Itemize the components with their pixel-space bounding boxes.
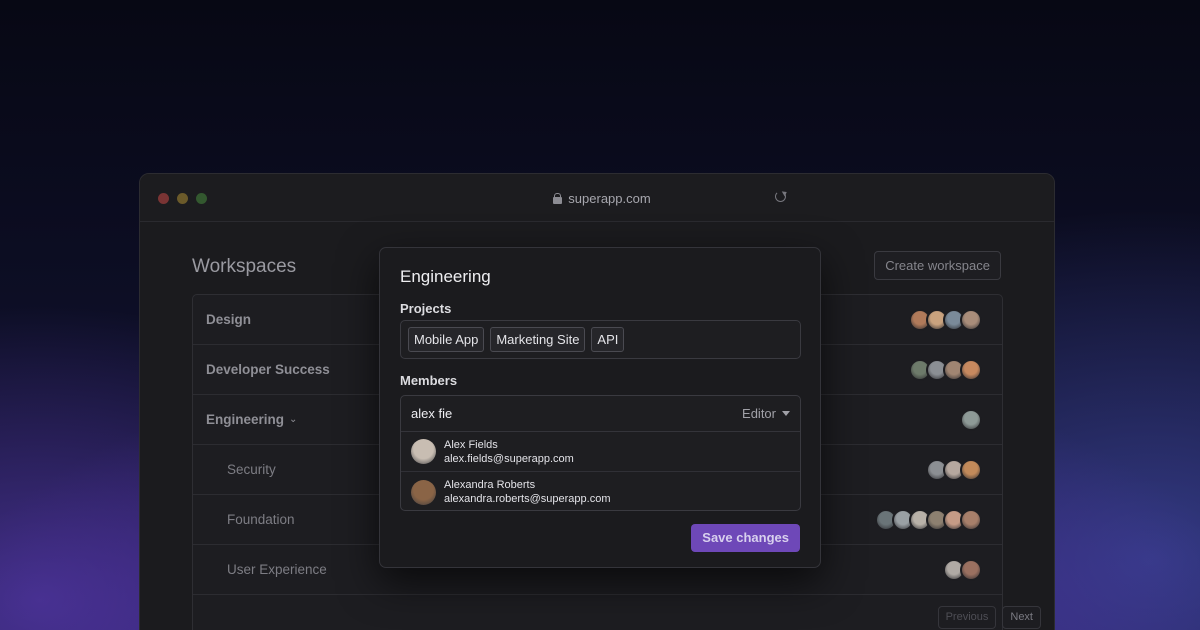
edit-workspace-modal: Engineering Projects Mobile App Marketin… [379,247,821,568]
member-avatars [926,458,982,481]
url-text: superapp.com [568,191,651,206]
minimize-window-button[interactable] [177,193,188,204]
workspace-label: User Experience [227,562,327,577]
workspace-label: Developer Success [206,362,330,377]
maximize-window-button[interactable] [196,193,207,204]
reload-icon[interactable] [775,191,786,202]
close-window-button[interactable] [158,193,169,204]
member-avatars [960,408,982,431]
save-changes-button[interactable]: Save changes [691,524,800,552]
role-select[interactable]: Editor [742,406,790,421]
member-email: alex.fields@superapp.com [444,452,574,465]
members-field: Editor Alex Fields alex.fields@superapp.… [400,395,801,511]
member-avatars [909,358,982,381]
workspace-label: Security [227,462,276,477]
member-search-row: Editor [401,396,800,432]
avatar [411,479,436,505]
member-search-input[interactable] [411,406,711,421]
member-name: Alexandra Roberts [444,479,536,491]
workspace-label: Design [206,312,252,327]
pagination: Previous Next [937,606,1041,629]
avatar [960,558,982,581]
browser-titlebar: superapp.com [140,174,1054,222]
avatar [960,458,982,481]
member-name: Alex Fields [444,438,498,451]
page-title: Workspaces [192,256,297,277]
create-workspace-button[interactable]: Create workspace [874,251,1001,280]
projects-field[interactable]: Mobile App Marketing Site API [400,320,801,359]
member-avatars [909,308,982,331]
avatar [960,508,982,531]
member-suggestion-text: Alexandra Roberts alexandra.roberts@supe… [444,479,610,505]
workspace-label: Foundation [227,512,295,527]
project-tag[interactable]: Mobile App [408,327,485,352]
member-avatars [875,508,982,531]
project-tag[interactable]: Marketing Site [490,327,586,352]
avatar [411,439,436,464]
avatar [960,358,982,381]
member-suggestion[interactable]: Alex Fields alex.fields@superapp.com [401,432,800,472]
next-page-button[interactable]: Next [1002,606,1041,629]
avatar [960,308,982,331]
chevron-down-icon[interactable]: ⌄ [289,414,297,425]
projects-label: Projects [400,301,452,316]
role-select-value: Editor [742,406,776,421]
caret-down-icon [782,411,790,416]
window-controls [158,193,207,204]
member-suggestion[interactable]: Alexandra Roberts alexandra.roberts@supe… [401,472,800,510]
member-suggestion-text: Alex Fields alex.fields@superapp.com [444,439,574,465]
workspace-label: Engineering [206,412,285,427]
previous-page-button[interactable]: Previous [937,606,997,629]
avatar [960,408,982,431]
address-bar[interactable]: superapp.com [408,186,796,211]
modal-title: Engineering [400,267,491,286]
project-tag[interactable]: API [591,327,625,352]
member-email: alexandra.roberts@superapp.com [444,493,611,505]
lock-icon [553,193,563,204]
members-label: Members [400,373,458,388]
member-avatars [943,558,982,581]
